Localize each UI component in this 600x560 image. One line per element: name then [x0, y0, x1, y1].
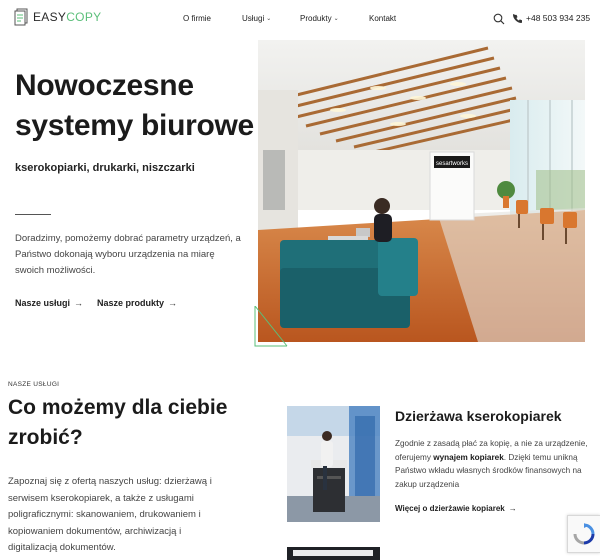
hero-accent-shape — [254, 306, 288, 347]
logo-text: EASYCOPY — [33, 10, 102, 24]
second-service-image — [287, 547, 380, 560]
hero-links: Nasze usługi → Nasze produkty → — [15, 298, 177, 308]
arrow-right-icon: → — [74, 298, 84, 308]
phone-link[interactable]: +48 503 934 235 — [513, 13, 590, 23]
logo-document-icon — [14, 8, 28, 26]
phone-icon — [513, 13, 522, 23]
hero-office-image: sesartworks — [258, 40, 585, 342]
nav-item-uslugi[interactable]: Usługi ⌄ — [242, 14, 271, 23]
card-description-highlight: wynajem kopiarek — [433, 452, 504, 462]
hero-description: Doradzimy, pomożemy dobrać parametry urz… — [15, 233, 241, 276]
our-services-link[interactable]: Nasze usługi → — [15, 298, 83, 308]
office-sign-text: sesartworks — [436, 161, 468, 167]
arrow-right-icon: → — [168, 298, 178, 308]
nav-item-kontakt[interactable]: Kontakt — [369, 14, 396, 23]
hero-subtitle: kserokopiarki, drukarki, niszczarki — [15, 162, 195, 174]
copier-lease-more-link[interactable]: Więcej o dzierżawie kopiarek → — [395, 504, 517, 513]
phone-number: +48 503 934 235 — [526, 13, 591, 23]
chevron-down-icon: ⌄ — [266, 16, 272, 22]
hero-title: Nowoczesne systemy biurowe — [15, 69, 254, 142]
hero-divider — [15, 214, 51, 215]
chevron-down-icon: ⌄ — [333, 16, 339, 22]
copier-lease-image — [287, 406, 380, 522]
nav-item-o-firmie[interactable]: O firmie — [183, 14, 211, 23]
site-header: EASYCOPY O firmie Usługi ⌄ Produkty ⌄ Kont… — [0, 0, 600, 38]
card-description-copier-lease: Zgodnie z zasadą płać za kopię, a nie za… — [395, 439, 588, 489]
recaptcha-badge[interactable] — [567, 515, 600, 553]
our-products-link[interactable]: Nasze produkty → — [97, 298, 177, 308]
search-icon[interactable] — [493, 13, 505, 25]
recaptcha-icon — [573, 523, 595, 545]
arrow-right-icon: → — [508, 504, 517, 513]
services-title: Co możemy dla ciebie zrobić? — [8, 396, 228, 449]
services-kicker: NASZE USŁUGI — [8, 381, 60, 388]
logo[interactable]: EASYCOPY — [14, 8, 101, 26]
services-description: Zapoznaj się z ofertą naszych usług: dzi… — [8, 476, 212, 553]
card-title-copier-lease: Dzierżawa kserokopiarek — [395, 408, 562, 424]
nav-item-produkty[interactable]: Produkty ⌄ — [300, 14, 339, 23]
